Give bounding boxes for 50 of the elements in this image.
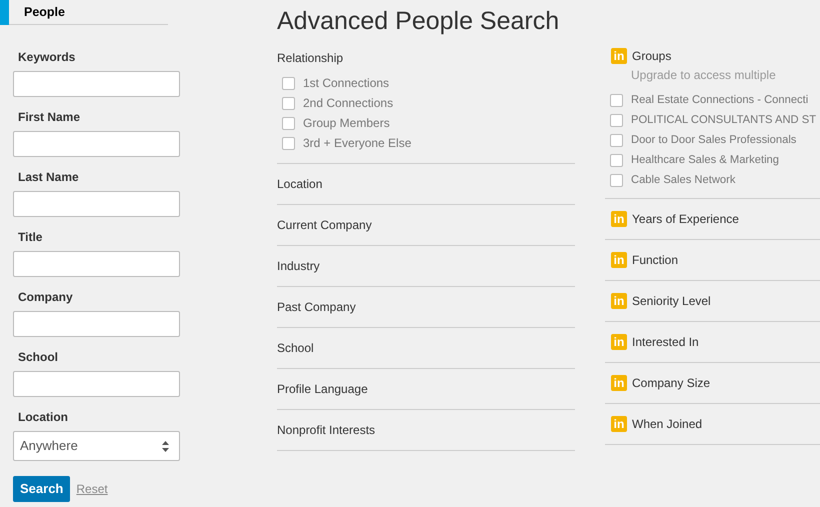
facet-link[interactable]: Seniority Level — [632, 292, 711, 310]
facet-link[interactable]: Nonprofit Interests — [277, 421, 376, 439]
input-field[interactable] — [13, 71, 180, 97]
search-button[interactable]: Search — [13, 476, 70, 502]
premium-badge: in — [611, 252, 627, 268]
page-title: Advanced People Search — [277, 6, 560, 36]
input-field[interactable] — [13, 131, 180, 157]
field-label: Last Name — [18, 170, 80, 184]
facet-link[interactable]: Function — [632, 251, 678, 269]
premium-badge: in — [611, 293, 627, 309]
checkbox-option[interactable]: Cable Sales Network — [605, 170, 820, 190]
facet-link[interactable]: Current Company — [277, 216, 372, 234]
facet-link[interactable]: Interested In — [632, 333, 699, 351]
checkbox-option[interactable]: POLITICAL CONSULTANTS AND ST — [605, 110, 820, 130]
premium-badge: in — [611, 334, 627, 350]
checkbox-option[interactable]: Healthcare Sales & Marketing — [605, 150, 820, 170]
field-label: Location — [18, 410, 69, 424]
input-field[interactable] — [13, 371, 180, 397]
updown-icon — [162, 440, 169, 452]
premium-badge: in — [611, 211, 627, 227]
field-label: First Name — [18, 110, 82, 124]
input-field[interactable] — [13, 311, 180, 337]
checkbox-option[interactable]: Real Estate Connections - Connecti — [605, 90, 820, 110]
facet-link[interactable]: Industry — [277, 257, 320, 275]
input-field[interactable] — [13, 191, 180, 217]
people-tab[interactable]: People — [0, 0, 168, 25]
location-select[interactable]: Anywhere — [13, 431, 180, 461]
facet-link[interactable]: When Joined — [632, 415, 702, 433]
facet-link[interactable]: Past Company — [277, 298, 356, 316]
facet-link[interactable]: School — [277, 339, 314, 357]
checkbox-option[interactable]: Door to Door Sales Professionals — [605, 130, 820, 150]
facet-link[interactable]: Groups — [632, 47, 672, 65]
premium-badge: in — [611, 375, 627, 391]
facet-link[interactable]: Years of Experience — [632, 210, 739, 228]
checkbox-option[interactable]: 2nd Connections — [277, 93, 575, 113]
field-label: Company — [18, 290, 74, 304]
field-label: School — [18, 350, 60, 364]
field-label: Title — [18, 230, 44, 244]
checkbox-option[interactable]: 1st Connections — [277, 73, 575, 93]
facet-link[interactable]: Profile Language — [277, 380, 368, 398]
section-label: Relationship — [277, 50, 344, 67]
facet-link[interactable]: Company Size — [632, 374, 710, 392]
premium-badge: in — [611, 48, 627, 64]
facet-link[interactable]: Location — [277, 175, 322, 193]
premium-badge: in — [611, 416, 627, 432]
field-label: Keywords — [18, 50, 76, 64]
checkbox-option[interactable]: Group Members — [277, 113, 575, 133]
upgrade-note: Upgrade to access multiple — [631, 67, 776, 84]
input-field[interactable] — [13, 251, 180, 277]
checkbox-option[interactable]: 3rd + Everyone Else — [277, 133, 575, 153]
